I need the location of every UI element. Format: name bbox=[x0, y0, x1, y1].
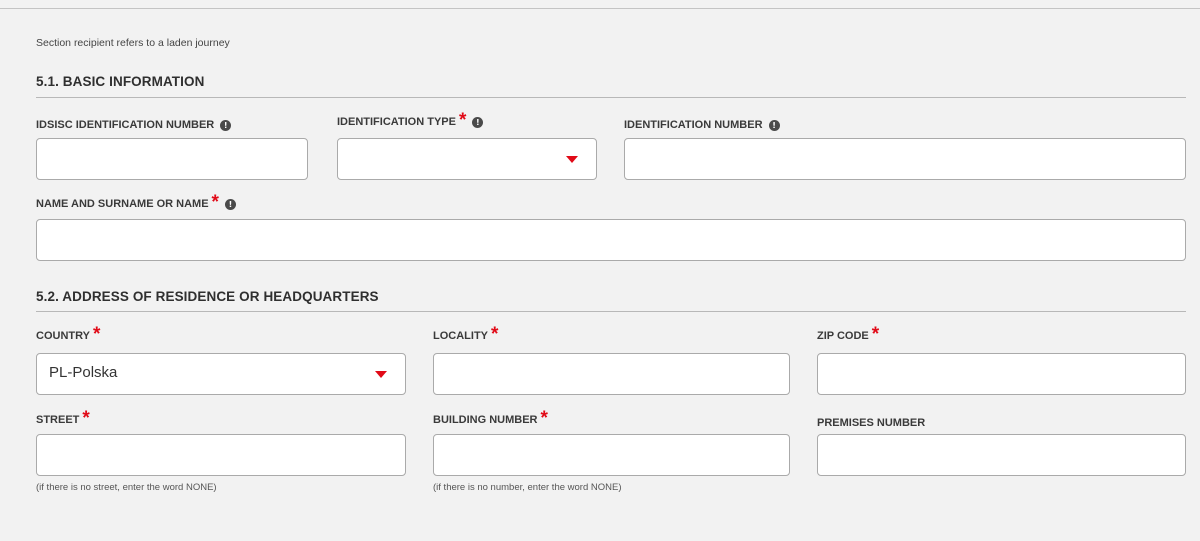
name-label: NAME AND SURNAME OR NAME * ! bbox=[36, 192, 236, 213]
locality-label-text: LOCALITY bbox=[433, 330, 488, 342]
required-asterisk: * bbox=[82, 408, 90, 429]
country-label: COUNTRY * bbox=[36, 324, 101, 345]
identification-number-label: IDENTIFICATION NUMBER ! bbox=[624, 119, 780, 131]
zip-code-label-text: ZIP CODE bbox=[817, 330, 869, 342]
required-asterisk: * bbox=[92, 324, 101, 345]
identification-type-label-text: IDENTIFICATION TYPE bbox=[337, 116, 456, 128]
section-divider-basic bbox=[36, 97, 1186, 98]
building-number-input[interactable] bbox=[433, 434, 790, 476]
section-title-address: 5.2. ADDRESS OF RESIDENCE OR HEADQUARTER… bbox=[36, 289, 379, 304]
country-value: PL-Polska bbox=[49, 364, 118, 381]
required-asterisk: * bbox=[491, 324, 499, 345]
info-icon[interactable]: ! bbox=[224, 198, 236, 210]
required-asterisk: * bbox=[458, 110, 467, 131]
building-number-label-text: BUILDING NUMBER bbox=[433, 414, 538, 426]
country-select[interactable]: PL-Polska bbox=[36, 353, 406, 395]
chevron-down-icon bbox=[566, 156, 578, 163]
name-label-text: NAME AND SURNAME OR NAME bbox=[36, 198, 209, 210]
required-asterisk: * bbox=[540, 408, 548, 429]
name-input[interactable] bbox=[36, 219, 1186, 261]
street-input[interactable] bbox=[36, 434, 406, 476]
country-label-text: COUNTRY bbox=[36, 330, 90, 342]
identification-number-input[interactable] bbox=[624, 138, 1186, 180]
intro-text: Section recipient refers to a laden jour… bbox=[36, 37, 230, 49]
idsisc-label-text: IDSISC IDENTIFICATION NUMBER bbox=[36, 119, 215, 131]
premises-number-label: PREMISES NUMBER bbox=[817, 417, 925, 429]
info-icon[interactable]: ! bbox=[472, 116, 484, 128]
zip-code-label: ZIP CODE * bbox=[817, 324, 880, 345]
street-label: STREET * bbox=[36, 408, 90, 429]
street-hint: (if there is no street, enter the word N… bbox=[36, 482, 217, 493]
info-icon[interactable]: ! bbox=[768, 119, 780, 131]
identification-type-select[interactable] bbox=[337, 138, 597, 180]
top-divider bbox=[0, 8, 1200, 9]
building-number-label: BUILDING NUMBER * bbox=[433, 408, 548, 429]
premises-number-label-text: PREMISES NUMBER bbox=[817, 417, 926, 429]
section-title-basic-information: 5.1. BASIC INFORMATION bbox=[36, 74, 205, 89]
premises-number-input[interactable] bbox=[817, 434, 1186, 476]
chevron-down-icon bbox=[375, 371, 387, 378]
section-divider-address bbox=[36, 311, 1186, 312]
info-icon[interactable]: ! bbox=[220, 119, 232, 131]
identification-number-label-text: IDENTIFICATION NUMBER bbox=[624, 119, 763, 131]
idsisc-number-input[interactable] bbox=[36, 138, 308, 180]
locality-label: LOCALITY * bbox=[433, 324, 499, 345]
zip-code-input[interactable] bbox=[817, 353, 1186, 395]
required-asterisk: * bbox=[871, 324, 880, 345]
idsisc-label: IDSISC IDENTIFICATION NUMBER ! bbox=[36, 119, 232, 131]
identification-type-label: IDENTIFICATION TYPE * ! bbox=[337, 110, 484, 131]
required-asterisk: * bbox=[211, 192, 219, 213]
building-number-hint: (if there is no number, enter the word N… bbox=[433, 482, 622, 493]
street-label-text: STREET bbox=[36, 414, 80, 426]
locality-input[interactable] bbox=[433, 353, 790, 395]
